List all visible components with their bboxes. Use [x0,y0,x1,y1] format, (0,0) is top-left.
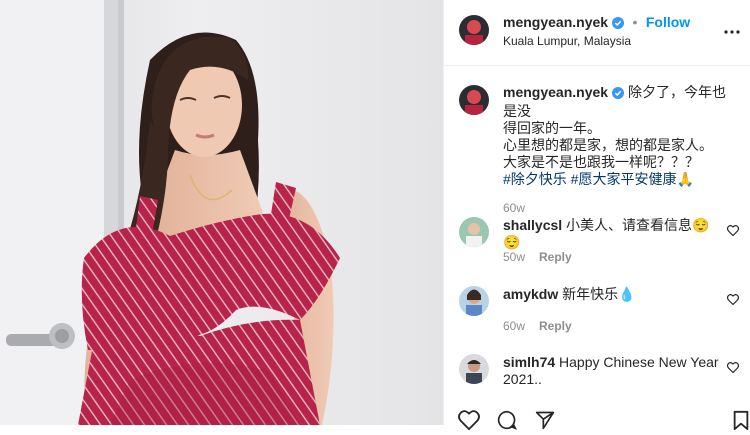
caption-username[interactable]: mengyean.nyek [503,84,608,100]
commenter-username[interactable]: simlh74 [503,354,555,370]
post-photo-image [0,0,443,425]
save-icon[interactable] [732,410,750,435]
comment-time[interactable]: 60w [503,319,525,333]
post-caption: mengyean.nyek 除夕了，今年也是没 得回家的一年。 心里想的都是家，… [503,84,739,217]
share-icon[interactable] [534,410,556,435]
post-location[interactable]: Kuala Lumpur, Malaysia [503,34,631,48]
caption-line: 心里想的都是家，想的都是家人。 [503,137,713,153]
commenter-username[interactable]: amykdw [503,286,558,302]
reply-button[interactable]: Reply [539,250,572,264]
header-separator: • [632,14,638,30]
caption-hashtags[interactable]: #除夕快乐 #愿大家平安健康 [503,171,676,187]
caption-emoji: 🙏 [676,171,694,187]
commenter-avatar[interactable] [459,354,489,384]
post-photo[interactable] [0,0,443,425]
heart-icon[interactable] [726,223,740,241]
heart-icon[interactable] [726,292,740,310]
verified-badge-icon [612,86,625,103]
commenter-avatar[interactable] [459,217,489,247]
heart-icon[interactable] [458,410,480,435]
post-time-ago[interactable]: 60w [503,200,739,217]
post-action-bar [458,410,750,431]
heart-icon[interactable] [726,360,740,378]
comment-item: simlh74 Happy Chinese New Year 2021.. [459,354,750,394]
comment-icon[interactable] [496,410,518,435]
author-avatar[interactable] [459,15,489,45]
caption-line: 大家是不是也跟我一样呢？？？ [503,154,699,170]
comment-time[interactable]: 50w [503,250,525,264]
comment-item: shallycsl 小美人、请查看信息😌😌 50w Reply [459,217,750,267]
reply-button[interactable]: Reply [539,319,572,333]
post-header: mengyean.nyek • Follow Kuala Lumpur, Mal… [444,0,750,66]
follow-button[interactable]: Follow [646,14,690,30]
post-side-panel: mengyean.nyek • Follow Kuala Lumpur, Mal… [443,0,750,431]
verified-badge-icon [612,16,625,34]
comment-text: 新年快乐💧 [562,286,636,302]
commenter-username[interactable]: shallycsl [503,217,562,233]
commenter-avatar[interactable] [459,286,489,316]
caption-line: 得回家的一年。 [503,120,601,136]
more-options-icon[interactable] [723,22,741,40]
author-username[interactable]: mengyean.nyek [503,14,608,30]
caption-avatar[interactable] [459,85,489,115]
comment-item: amykdw 新年快乐💧 60w Reply [459,286,750,336]
